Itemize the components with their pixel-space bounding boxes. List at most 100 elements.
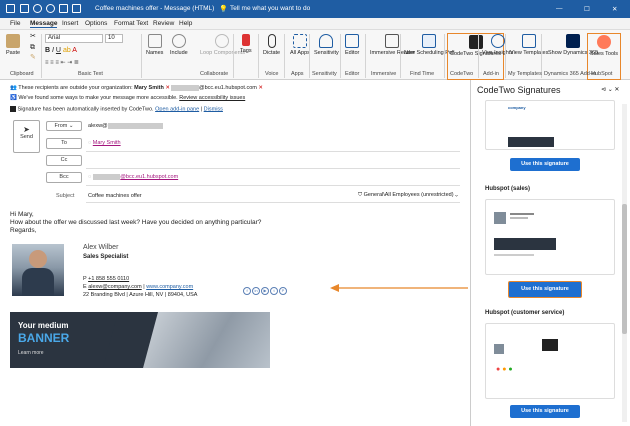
shield-icon	[319, 34, 334, 48]
codetwo-notice: Signature has been automatically inserte…	[10, 106, 223, 112]
codetwo-icon	[468, 35, 483, 49]
signature-banner[interactable]: Your medium BANNER Learn more	[10, 312, 270, 368]
signature-photo	[12, 244, 64, 296]
group-label: CodeTwo	[450, 71, 474, 77]
use-signature-button-1[interactable]: Use this signature	[510, 158, 580, 171]
review-accessibility-link[interactable]: Review accessibility issues	[179, 95, 245, 101]
cut-icon[interactable]: ✂	[30, 33, 36, 40]
viva-insights-button[interactable]: Viva Insights	[482, 34, 513, 56]
tab-review[interactable]: Review	[153, 20, 174, 27]
outside-org-notice: 👥 These recipients are outside your orga…	[10, 85, 263, 91]
dictate-button[interactable]: Dictate	[263, 34, 280, 56]
signature-thumbnail[interactable]: company	[485, 100, 615, 150]
signature-thumbnail[interactable]	[485, 199, 615, 275]
tab-options[interactable]: Options	[85, 20, 107, 27]
divider	[444, 34, 445, 78]
to-field[interactable]: ◌ Mary Smith	[88, 140, 121, 146]
scrollbar-thumb[interactable]	[622, 204, 627, 334]
divider	[400, 34, 401, 78]
from-field[interactable]: alexw@xxxxxxxxxxxxxxxxxxxx	[88, 123, 163, 129]
use-signature-button-2[interactable]: Use this signature	[508, 281, 582, 298]
signature-title: Sales Specialist	[83, 254, 129, 260]
group-label: Apps	[291, 71, 304, 77]
editor-button[interactable]: Editor	[345, 34, 359, 56]
tab-message[interactable]: Message	[30, 20, 58, 28]
group-label: My Templates	[508, 71, 542, 77]
tab-file[interactable]: File	[10, 20, 20, 27]
signature-address: 22 Branding Blvd | Azure Hill, NV | 8940…	[83, 292, 198, 298]
tell-me-search[interactable]: Tell me what you want to do	[230, 5, 310, 12]
cc-button[interactable]: Cc	[46, 155, 82, 166]
tab-help[interactable]: Help	[179, 20, 192, 27]
loop-icon	[215, 34, 230, 48]
apps-grid-icon	[292, 34, 307, 48]
tab-format-text[interactable]: Format Text	[114, 20, 148, 27]
codetwo-signatures-panel: CodeTwo Signatures ⊲ ⌄ ✕ company Use thi…	[470, 80, 630, 426]
send-button[interactable]: ➤ Send	[13, 120, 40, 153]
dismiss-link[interactable]: Dismiss	[204, 106, 223, 112]
scrollbar[interactable]	[622, 104, 627, 422]
maximize-icon[interactable]: ☐	[584, 5, 590, 13]
font-size-select[interactable]: 10	[105, 34, 123, 43]
group-label: Voice	[265, 71, 279, 77]
section-hubspot-customer-service: Hubspot (customer service)	[485, 310, 565, 316]
minimize-icon[interactable]: —	[556, 5, 563, 12]
save-icon[interactable]	[20, 4, 29, 13]
divider	[86, 168, 460, 169]
dynamics-icon	[566, 34, 581, 48]
group-label: Collaborate	[200, 71, 229, 77]
address-book-icon	[147, 34, 162, 48]
tab-insert[interactable]: Insert	[62, 20, 78, 27]
facebook-icon[interactable]: f	[243, 287, 251, 295]
loop-button[interactable]: Loop Components	[200, 34, 245, 56]
all-apps-button[interactable]: All Apps	[290, 34, 310, 56]
twitter-icon[interactable]: t	[270, 287, 278, 295]
redo-icon[interactable]	[46, 4, 55, 13]
from-button[interactable]: From ⌄	[46, 121, 82, 131]
copy-icon[interactable]: ⧉	[30, 44, 35, 51]
signature-name: Alex Wilber	[83, 244, 119, 251]
subject-field[interactable]: Coffee machines offer	[88, 193, 142, 199]
group-label: HubSpot	[591, 71, 613, 77]
down-icon[interactable]	[72, 4, 81, 13]
close-icon[interactable]: ✕	[612, 5, 617, 13]
names-button[interactable]: Names	[146, 34, 163, 56]
include-button[interactable]: Include	[170, 34, 188, 56]
tags-button[interactable]: Tags	[240, 34, 252, 54]
pinterest-icon[interactable]: P	[279, 287, 287, 295]
email-body[interactable]: Hi Mary, How about the offer we discusse…	[10, 211, 261, 235]
lightbulb-icon: 💡	[219, 6, 228, 13]
remove-icon[interactable]: ✕	[165, 85, 170, 91]
remove-icon[interactable]: ✕	[258, 85, 263, 91]
divider	[86, 185, 460, 186]
align-buttons[interactable]: ≡ ≡ ≡ ⇤ ⇥ ≣	[45, 59, 79, 66]
sensitivity-label-select[interactable]: ⛉ General\All Employees (unrestricted) ⌄	[358, 192, 458, 199]
paste-button[interactable]: Paste	[6, 34, 20, 56]
up-icon[interactable]	[59, 4, 68, 13]
panel-controls[interactable]: ⊲ ⌄ ✕	[601, 86, 619, 93]
divider	[365, 34, 366, 78]
divider	[233, 34, 234, 78]
social-icons: f in ▶ t P	[243, 287, 288, 295]
divider	[141, 34, 142, 78]
youtube-icon[interactable]: ▶	[261, 287, 269, 295]
undo-icon[interactable]	[33, 4, 42, 13]
divider	[258, 34, 259, 78]
use-signature-button-3[interactable]: Use this signature	[510, 405, 580, 418]
font-name-select[interactable]: Arial	[45, 34, 103, 43]
sensitivity-button[interactable]: Sensitivity	[314, 34, 339, 56]
website-link[interactable]: www.company.com	[146, 284, 193, 290]
open-addin-link[interactable]: Open add-in pane	[155, 106, 199, 112]
signature-thumbnail[interactable]: ● ● ●	[485, 323, 615, 399]
group-label: Basic Text	[78, 71, 103, 77]
format-painter-icon[interactable]: ✎	[30, 54, 36, 61]
divider	[478, 34, 479, 78]
bcc-button[interactable]: Bcc	[46, 172, 82, 183]
linkedin-icon[interactable]: in	[252, 287, 260, 295]
view-templates-button[interactable]: View Templates	[510, 34, 548, 56]
to-button[interactable]: To	[46, 138, 82, 149]
format-buttons[interactable]: B I U ab A	[45, 47, 77, 54]
avatar	[29, 250, 47, 268]
poll-icon	[422, 34, 437, 48]
bcc-field[interactable]: ◌ xxxxxxxxxx@bcc.eu1.hubspot.com	[88, 174, 178, 180]
